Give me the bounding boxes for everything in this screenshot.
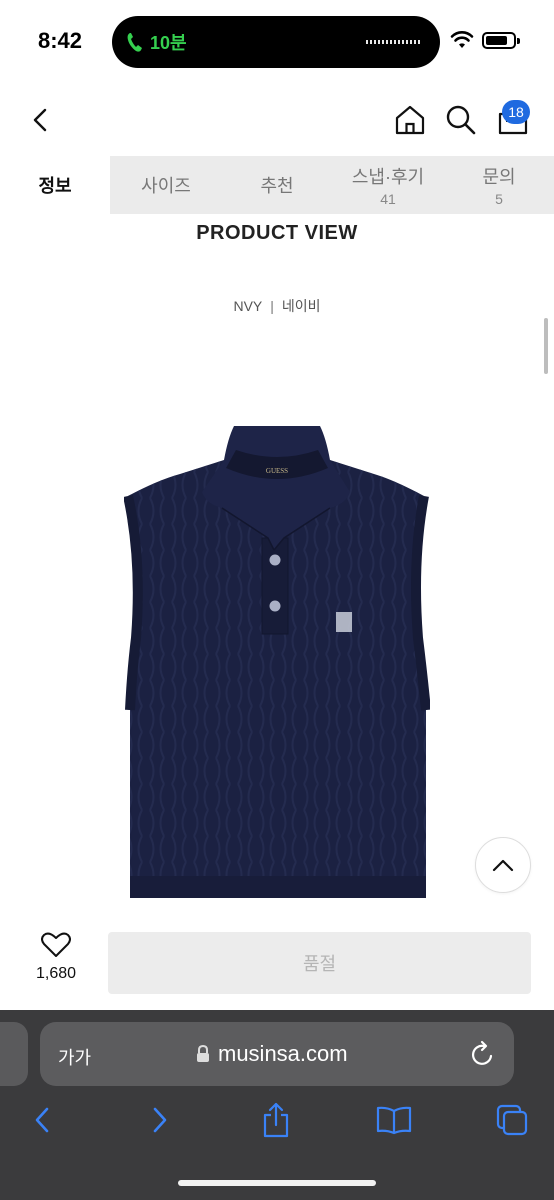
previous-tab-peek[interactable] <box>0 1022 28 1086</box>
chevron-left-icon <box>35 1107 49 1133</box>
call-duration: 10분 <box>150 33 187 53</box>
section-title: PRODUCT VIEW <box>196 222 358 244</box>
tab-snap-review[interactable]: 스냅·후기 41 <box>332 156 444 214</box>
tab-size[interactable]: 사이즈 <box>110 156 222 214</box>
back-icon[interactable] <box>26 104 56 136</box>
bookmarks-button[interactable] <box>376 1100 412 1140</box>
wifi-icon <box>450 31 474 48</box>
call-indicator: 10분 <box>126 27 187 57</box>
tab-label: 스냅·후기 <box>351 167 425 187</box>
color-separator: | <box>270 298 274 314</box>
top-navigation <box>0 84 554 156</box>
tab-count: 41 <box>380 191 396 207</box>
url-display[interactable]: musinsa.com <box>196 1041 348 1067</box>
home-indicator <box>178 1180 376 1186</box>
tab-label: 정보 <box>38 176 72 196</box>
battery-icon <box>482 32 520 49</box>
like-button[interactable]: 1,680 <box>26 932 86 996</box>
dynamic-island[interactable]: 10분 <box>112 16 440 68</box>
tab-recommend[interactable]: 추천 <box>222 156 332 214</box>
tab-label: 추천 <box>260 176 294 196</box>
heart-icon <box>41 932 71 957</box>
audio-waveform <box>366 40 422 44</box>
book-icon <box>376 1106 412 1135</box>
tabs-button[interactable] <box>494 1100 530 1140</box>
share-icon <box>263 1102 289 1138</box>
share-button[interactable] <box>258 1100 294 1140</box>
soldout-label: 품절 <box>302 954 337 974</box>
browser-back-button[interactable] <box>24 1100 60 1140</box>
color-label: NVY | 네이비 <box>0 296 554 316</box>
chevron-right-icon <box>153 1107 167 1133</box>
tab-info[interactable]: 정보 <box>0 156 110 214</box>
url-text: musinsa.com <box>218 1041 348 1066</box>
tab-count: 5 <box>495 191 503 207</box>
cart-count-badge: 18 <box>502 100 530 124</box>
like-count: 1,680 <box>35 965 77 982</box>
status-time: 8:42 <box>38 28 83 53</box>
product-tabs: 정보 사이즈 추천 스냅·후기 41 문의 5 <box>0 156 554 214</box>
page-scrollbar[interactable] <box>544 318 548 374</box>
chevron-up-icon <box>492 859 514 872</box>
browser-forward-button[interactable] <box>142 1100 178 1140</box>
color-name: 네이비 <box>281 298 321 314</box>
product-image: GUESS <box>124 426 430 898</box>
battery-level <box>486 36 507 45</box>
home-icon[interactable] <box>394 104 426 136</box>
text-size-button[interactable]: 가가 <box>58 1044 91 1070</box>
soldout-button[interactable]: 품절 <box>108 932 531 994</box>
phone-icon <box>127 33 142 52</box>
tabs-icon <box>496 1104 528 1136</box>
collar-label: GUESS <box>266 467 288 475</box>
lock-icon <box>197 1045 209 1062</box>
browser-toolbar <box>0 1100 554 1144</box>
status-bar: 8:42 10분 <box>0 0 554 84</box>
scroll-to-top-button[interactable] <box>475 837 531 893</box>
reload-icon[interactable] <box>470 1040 496 1068</box>
tab-inquiry[interactable]: 문의 5 <box>444 156 554 214</box>
search-icon[interactable] <box>445 104 477 136</box>
tab-label: 사이즈 <box>141 176 191 196</box>
color-code: NVY <box>233 298 263 314</box>
tab-label: 문의 <box>482 167 516 187</box>
